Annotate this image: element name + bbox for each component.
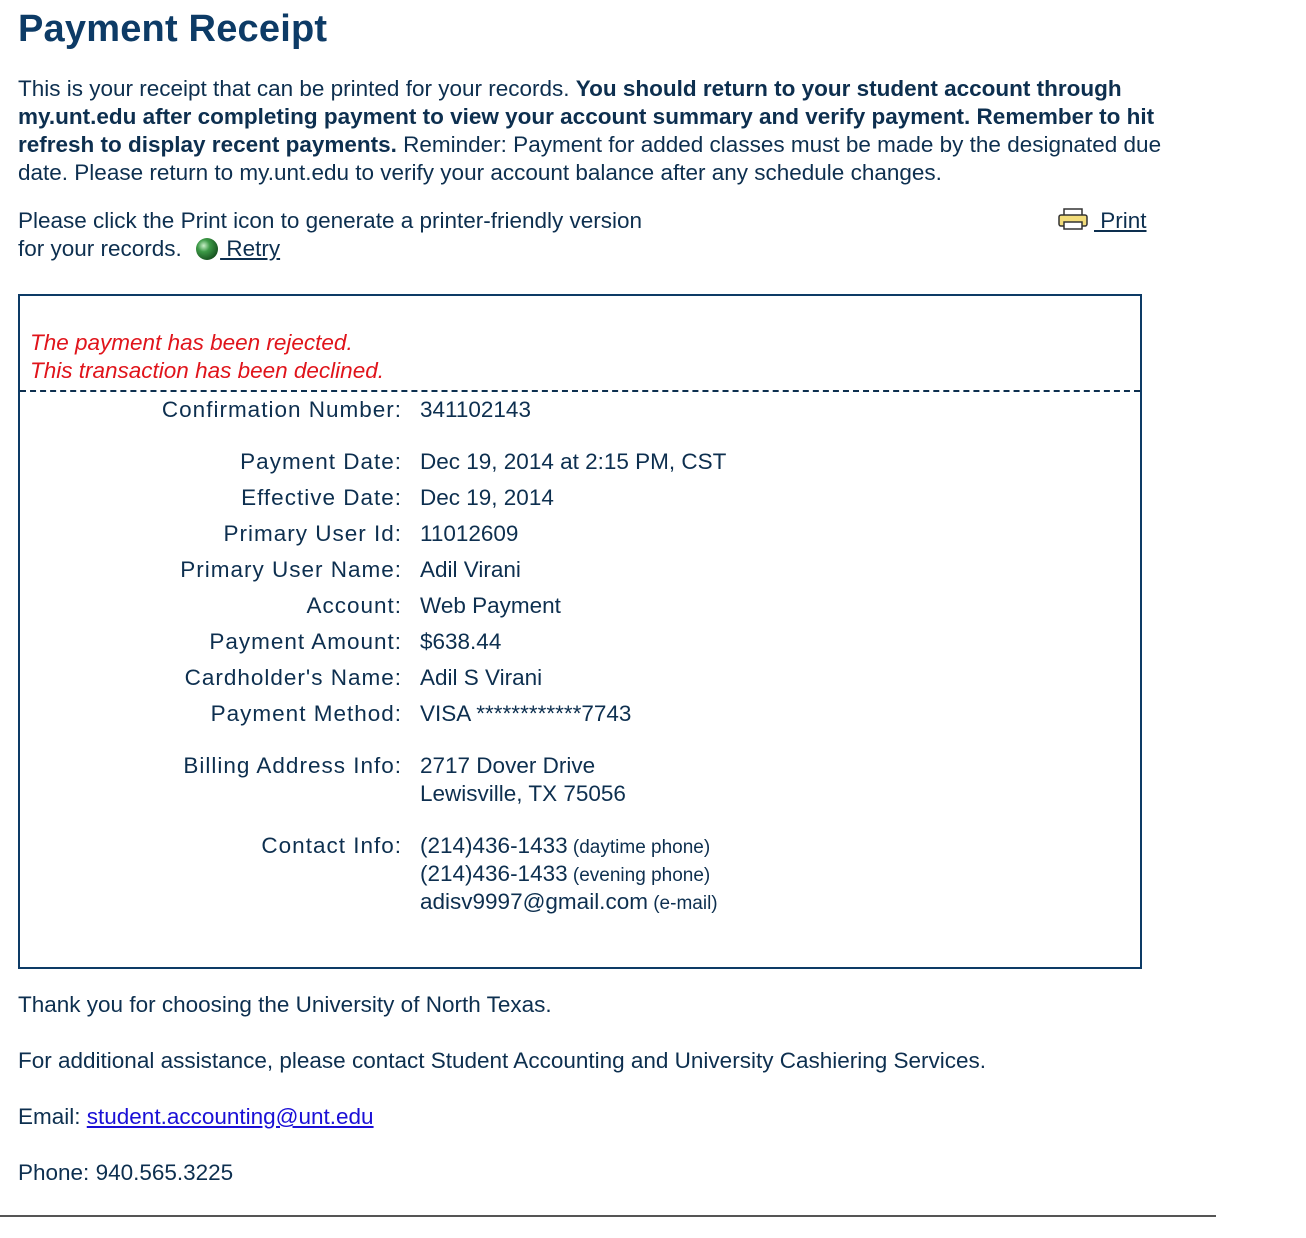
- account-value: Web Payment: [420, 593, 561, 618]
- contact-email-note: (e-mail): [647, 893, 718, 914]
- contact-email: adisv9997@gmail.com: [420, 889, 648, 914]
- bottom-divider: [0, 1215, 1216, 1217]
- account-label: Account:: [306, 593, 402, 618]
- user-id-value: 11012609: [420, 521, 519, 546]
- billing-line2: Lewisville, TX 75056: [420, 781, 626, 806]
- effective-date-label: Effective Date:: [241, 485, 402, 510]
- cardholder-value: Adil S Virani: [420, 665, 543, 690]
- rejected-message: The payment has been rejected.: [30, 330, 353, 355]
- intro-paragraph: This is your receipt that can be printed…: [18, 75, 1208, 187]
- user-name-value: Adil Virani: [420, 557, 521, 582]
- method-label: Payment Method:: [210, 701, 402, 726]
- declined-message: This transaction has been declined.: [30, 358, 384, 383]
- confirmation-value: 341102143: [420, 397, 531, 422]
- print-instructions: Please click the Print icon to generate …: [18, 207, 658, 263]
- support-email-link[interactable]: student.accounting@unt.edu: [87, 1104, 374, 1129]
- print-link[interactable]: Print: [1094, 208, 1146, 233]
- evening-phone: (214)436-1433: [420, 861, 568, 886]
- contact-label: Contact Info:: [261, 833, 402, 858]
- retry-ball-icon[interactable]: [196, 238, 219, 260]
- dashed-divider: [20, 390, 1140, 392]
- amount-value: $638.44: [420, 629, 502, 654]
- payment-date-label: Payment Date:: [240, 449, 402, 474]
- evening-phone-note: (evening phone): [567, 865, 711, 886]
- effective-date-value: Dec 19, 2014: [420, 485, 554, 510]
- assistance-text: For additional assistance, please contac…: [18, 1048, 987, 1073]
- status-message: The payment has been rejected. This tran…: [30, 329, 384, 385]
- email-label: Email:: [18, 1104, 87, 1129]
- print-instructions-text: Please click the Print icon to generate …: [18, 208, 643, 261]
- thanks-text: Thank you for choosing the University of…: [18, 992, 552, 1017]
- day-phone-note: (daytime phone): [567, 837, 711, 858]
- receipt-box: The payment has been rejected. This tran…: [18, 294, 1142, 969]
- page-title: Payment Receipt: [18, 8, 328, 50]
- billing-line1: 2717 Dover Drive: [420, 753, 596, 778]
- email-line: Email: student.accounting@unt.edu: [18, 1103, 374, 1131]
- confirmation-label: Confirmation Number:: [161, 397, 402, 422]
- payment-date-value: Dec 19, 2014 at 2:15 PM, CST: [420, 449, 727, 474]
- print-button[interactable]: Print: [1058, 207, 1147, 237]
- billing-label: Billing Address Info:: [183, 753, 402, 778]
- user-id-label: Primary User Id:: [223, 521, 402, 546]
- user-name-label: Primary User Name:: [180, 557, 402, 582]
- retry-link[interactable]: Retry: [220, 236, 280, 261]
- intro-text-1: This is your receipt that can be printed…: [18, 76, 576, 101]
- printer-icon[interactable]: [1058, 208, 1088, 237]
- method-value: VISA ************7743: [420, 701, 632, 726]
- phone-text: Phone: 940.565.3225: [18, 1160, 234, 1185]
- amount-label: Payment Amount:: [209, 629, 402, 654]
- cardholder-label: Cardholder's Name:: [184, 665, 402, 690]
- day-phone: (214)436-1433: [420, 833, 568, 858]
